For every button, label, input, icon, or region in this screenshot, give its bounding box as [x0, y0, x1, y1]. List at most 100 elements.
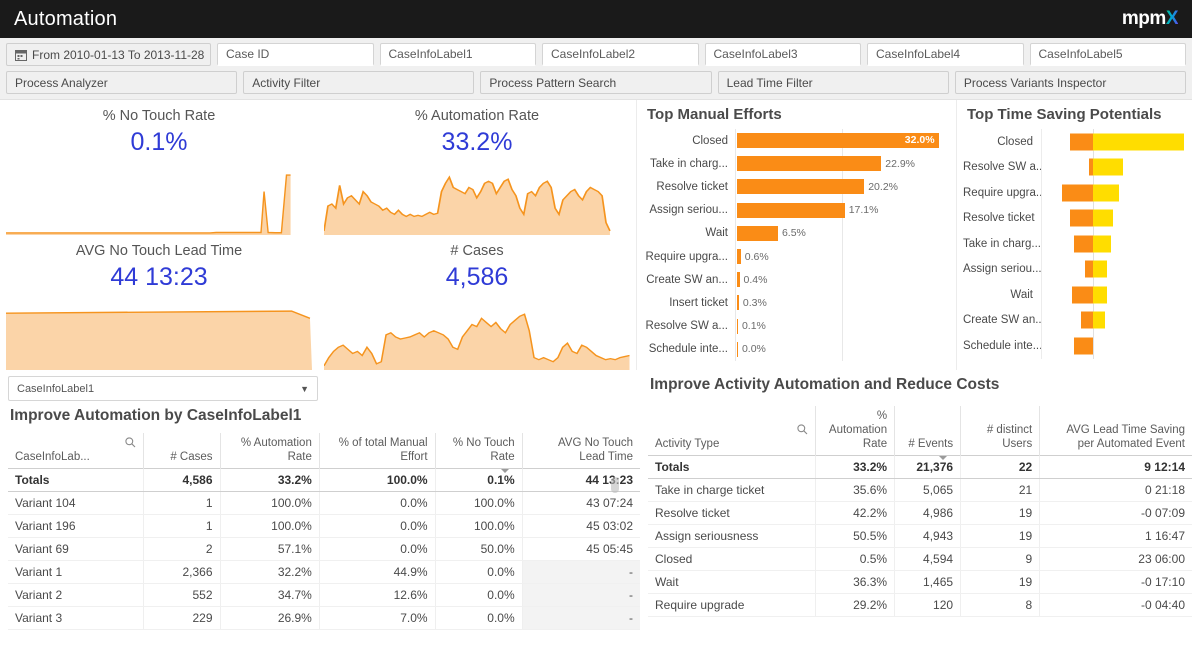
date-range-filter[interactable]: From 2010-01-13 To 2013-11-28 — [6, 43, 211, 66]
bar-fill[interactable] — [737, 272, 740, 288]
bar-fill[interactable] — [737, 249, 741, 265]
bar-row[interactable]: Require upgra... 0.6% — [643, 244, 948, 269]
bar-row[interactable]: Closed 32.0% — [643, 129, 948, 153]
bar-segment-positive[interactable] — [1093, 184, 1119, 202]
table-improve-automation[interactable]: CaseInfoLab... # Cases% Automation Rate% … — [8, 433, 640, 630]
search-icon[interactable] — [125, 437, 136, 452]
bar-row[interactable]: Wait — [963, 282, 1184, 308]
column-header[interactable]: % of total Manual Effort — [318, 433, 436, 469]
table-cell: 34.7% — [219, 583, 320, 607]
table-row[interactable]: Variant 2 552 34.7% 12.6% 0.0% - — [8, 583, 640, 607]
bar-segment-positive[interactable] — [1093, 133, 1184, 151]
nav-button-lead-time-filter[interactable]: Lead Time Filter — [717, 71, 949, 94]
bar-fill[interactable] — [737, 341, 738, 357]
bar-segment-positive[interactable] — [1093, 311, 1105, 329]
table-row[interactable]: Variant 69 2 57.1% 0.0% 50.0% 45 05:45 — [8, 537, 640, 561]
nav-button-activity-filter[interactable]: Activity Filter — [243, 71, 475, 94]
bar-segment-negative[interactable] — [1080, 311, 1094, 329]
table-row[interactable]: Assign seriousness 50.5% 4,943 19 1 16:47 — [648, 524, 1192, 548]
bar-segment-negative[interactable] — [1061, 184, 1094, 202]
bar-row[interactable]: Take in charg... 22.9% — [643, 152, 948, 176]
bar-segment-positive[interactable] — [1093, 286, 1107, 304]
table-improve-activity-automation[interactable]: Activity Type% Automation Rate # Events # di… — [648, 406, 1192, 617]
bar-segment-negative[interactable] — [1070, 133, 1094, 151]
bar-fill[interactable] — [737, 295, 739, 311]
bar-row[interactable]: Assign seriou... — [963, 256, 1184, 282]
bar-row[interactable]: Resolve SW a... 0.1% — [643, 314, 948, 338]
bar-row[interactable]: Insert ticket 0.3% — [643, 291, 948, 315]
bar-label: Wait — [705, 227, 728, 240]
table-row[interactable]: Resolve ticket 42.2% 4,986 19 -0 07:09 — [648, 501, 1192, 525]
bar-row[interactable]: Require upgra... — [963, 180, 1184, 206]
table-cell: 120 — [894, 593, 961, 617]
column-header[interactable]: Activity Type — [648, 406, 815, 456]
dimension-select[interactable]: CaseInfoLabel1 ▼ — [8, 376, 318, 401]
search-input-caseinfolabel3[interactable]: CaseInfoLabel3 — [704, 43, 861, 66]
search-icon[interactable] — [797, 424, 808, 439]
table-scrollbar-left[interactable] — [611, 477, 619, 493]
bar-row[interactable]: Wait 6.5% — [643, 221, 948, 245]
table-row[interactable]: Variant 104 1 100.0% 0.0% 100.0% 43 07:24 — [8, 491, 640, 515]
table-row[interactable]: Wait 36.3% 1,465 19 -0 17:10 — [648, 570, 1192, 594]
bar-row[interactable]: Schedule inte... — [963, 333, 1184, 359]
bar-segment-positive[interactable] — [1093, 235, 1112, 253]
nav-button-process-pattern-search[interactable]: Process Pattern Search — [480, 71, 712, 94]
nav-button-process-variants-inspector[interactable]: Process Variants Inspector — [954, 71, 1187, 94]
column-header[interactable]: % No Touch Rate — [434, 433, 523, 469]
bar-segment-positive[interactable] — [1093, 209, 1114, 227]
chevron-down-icon: ▼ — [300, 383, 309, 394]
kpi-card-automation-rate[interactable]: % Automation Rate 33.2% — [318, 100, 636, 235]
sort-descending-icon[interactable] — [499, 468, 510, 473]
bar-row[interactable]: Schedule inte... 0.0% — [643, 337, 948, 361]
table-row[interactable]: Closed 0.5% 4,594 9 23 06:00 — [648, 547, 1192, 571]
kpi-card-avg-no-touch-lead-time[interactable]: AVG No Touch Lead Time 44 13:23 — [0, 235, 318, 370]
search-input-caseinfolabel4[interactable]: CaseInfoLabel4 — [867, 43, 1024, 66]
bar-fill[interactable] — [737, 156, 882, 172]
search-input-caseinfolabel1[interactable]: CaseInfoLabel1 — [379, 43, 536, 66]
bar-row[interactable]: Create SW an... — [963, 307, 1184, 333]
column-header[interactable]: AVG No Touch Lead Time — [521, 433, 640, 469]
bar-row[interactable]: Assign seriou... 17.1% — [643, 198, 948, 222]
table-row[interactable]: Variant 196 1 100.0% 0.0% 100.0% 45 03:02 — [8, 514, 640, 538]
bar-segment-negative[interactable] — [1070, 209, 1094, 227]
column-header[interactable]: CaseInfoLab... — [8, 433, 143, 469]
bar-segment-negative[interactable] — [1074, 337, 1094, 355]
nav-button-process-analyzer[interactable]: Process Analyzer — [6, 71, 238, 94]
column-header[interactable]: % Automation Rate — [814, 406, 895, 456]
bar-fill[interactable] — [737, 179, 865, 195]
column-header[interactable]: AVG Lead Time Saving per Automated Event — [1039, 406, 1192, 456]
table-row[interactable]: Require upgrade 29.2% 120 8 -0 04:40 — [648, 593, 1192, 617]
bar-row[interactable]: Take in charg... — [963, 231, 1184, 257]
kpi-card-cases[interactable]: # Cases 4,586 — [318, 235, 636, 370]
table-row[interactable]: Variant 3 229 26.9% 7.0% 0.0% - — [8, 606, 640, 630]
kpi-card-no-touch-rate[interactable]: % No Touch Rate 0.1% — [0, 100, 318, 235]
bar-rows-time-saving: Closed Resolve SW a... Require upgra... Res… — [963, 129, 1184, 359]
bar-row[interactable]: Closed — [963, 129, 1184, 155]
bar-fill[interactable]: 32.0% — [737, 133, 939, 149]
search-input-caseinfolabel2[interactable]: CaseInfoLabel2 — [542, 43, 699, 66]
column-header[interactable]: # Events — [894, 406, 961, 456]
bar-fill[interactable] — [737, 225, 778, 241]
bar-row[interactable]: Resolve SW a... — [963, 154, 1184, 180]
table-row[interactable]: Take in charge ticket 35.6% 5,065 21 0 21:18 — [648, 478, 1192, 502]
bar-track: 32.0% — [735, 129, 948, 153]
bar-track — [1041, 154, 1184, 180]
bar-fill[interactable] — [737, 318, 738, 334]
search-input-caseinfolabel5[interactable]: CaseInfoLabel5 — [1029, 43, 1186, 66]
column-header[interactable]: # Cases — [142, 433, 221, 469]
sort-descending-icon[interactable] — [938, 455, 949, 460]
bar-segment-negative[interactable] — [1072, 286, 1094, 304]
bar-segment-negative[interactable] — [1084, 260, 1094, 278]
bar-segment-positive[interactable] — [1093, 260, 1107, 278]
bar-segment-negative[interactable] — [1074, 235, 1094, 253]
bar-segment-positive[interactable] — [1093, 158, 1124, 176]
search-input-case-id[interactable]: Case ID — [217, 43, 374, 66]
bar-row[interactable]: Resolve ticket — [963, 205, 1184, 231]
table-cell: 9 12:14 — [1039, 455, 1192, 479]
table-row[interactable]: Variant 1 2,366 32.2% 44.9% 0.0% - — [8, 560, 640, 584]
bar-fill[interactable] — [737, 202, 845, 218]
column-header[interactable]: # distinct Users — [960, 406, 1040, 456]
column-header[interactable]: % Automation Rate — [219, 433, 320, 469]
bar-row[interactable]: Resolve ticket 20.2% — [643, 175, 948, 199]
bar-row[interactable]: Create SW an... 0.4% — [643, 268, 948, 292]
